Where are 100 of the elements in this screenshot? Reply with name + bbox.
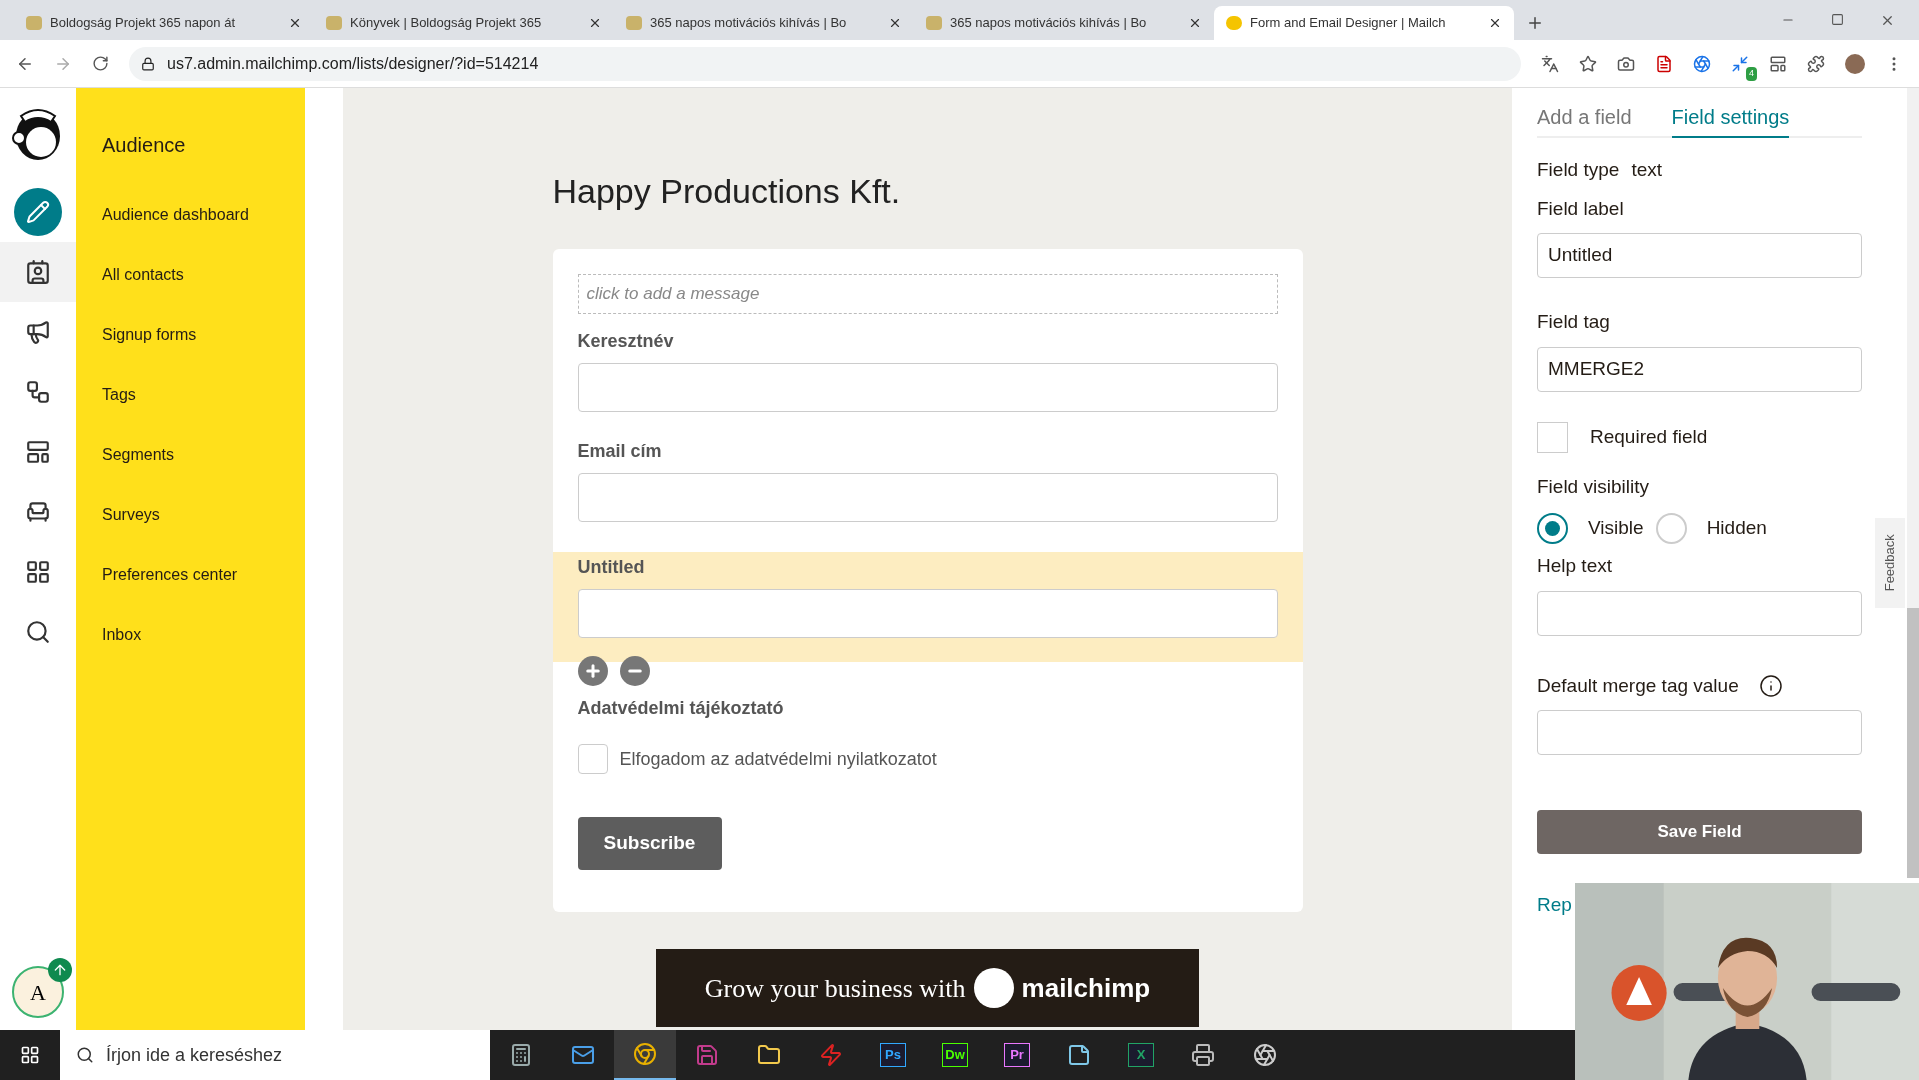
pdf-icon[interactable]: [1655, 54, 1673, 73]
mail-icon: [571, 1043, 595, 1067]
close-window-icon[interactable]: [1880, 13, 1895, 28]
field-label: Untitled: [577, 556, 646, 579]
radio-label: Hidden: [1706, 516, 1767, 541]
sidebar-item[interactable]: Signup forms: [102, 305, 305, 365]
camera-icon[interactable]: [1617, 54, 1635, 73]
maximize-icon[interactable]: [1831, 13, 1844, 26]
radio-label: Visible: [1588, 516, 1644, 541]
form-title: Happy Productions Kft.: [552, 171, 902, 212]
tab-title: Könyvek | Boldogság Projekt 365: [350, 14, 543, 33]
visibility-heading: Field visibility: [1537, 474, 1650, 499]
input-field[interactable]: [1537, 590, 1862, 636]
remove-icon[interactable]: [619, 656, 650, 686]
sidebar-item[interactable]: All contacts: [102, 245, 305, 305]
browser-tab[interactable]: 365 napos motivációs kihívás | Bo: [914, 6, 1214, 40]
layout-icon: [25, 439, 51, 465]
upgrade-badge-icon[interactable]: [48, 958, 72, 982]
aperture-icon: [1253, 1043, 1277, 1067]
nav-rail-item[interactable]: [0, 242, 76, 302]
close-icon[interactable]: [288, 16, 302, 30]
browser-tab[interactable]: Form and Email Designer | Mailch: [1214, 6, 1514, 40]
field-label: Keresztnév: [577, 330, 675, 353]
info-icon[interactable]: [1758, 673, 1783, 698]
message-field[interactable]: click to add a message: [577, 274, 1278, 314]
app-tile-icon: X: [1128, 1043, 1154, 1067]
sidebar-item[interactable]: Inbox: [102, 605, 305, 665]
sidebar-item[interactable]: Tags: [102, 365, 305, 425]
browser-tab[interactable]: 365 napos motivációs kihívás | Bo: [614, 6, 914, 40]
input-field[interactable]: Untitled: [1537, 233, 1862, 278]
tab-title: Boldogság Projekt 365 napon át: [50, 14, 237, 33]
form-field-row[interactable]: Keresztnév: [552, 324, 1303, 432]
sidebar-item[interactable]: Surveys: [102, 485, 305, 545]
app-tile-icon: Pr: [1004, 1043, 1030, 1067]
field-label: Email cím: [577, 440, 663, 463]
search-field[interactable]: Írjon ide a kereséshez: [60, 1030, 490, 1080]
favicon-icon: [326, 16, 342, 30]
tab-title: 365 napos motivációs kihívás | Bo: [650, 14, 848, 33]
form-field-row[interactable]: Email cím: [552, 432, 1303, 542]
sidebar-item[interactable]: Segments: [102, 425, 305, 485]
checkbox-label: Required field: [1590, 424, 1708, 449]
reload-icon[interactable]: [92, 55, 109, 72]
close-icon[interactable]: [1188, 16, 1202, 30]
close-icon[interactable]: [1488, 16, 1502, 30]
favicon-icon: [626, 16, 642, 30]
taskbar-app[interactable]: Pr: [986, 1030, 1048, 1080]
save-field-button[interactable]: Save Field: [1537, 810, 1862, 854]
input-field[interactable]: [577, 473, 1278, 522]
banner-text: Grow your business with: [704, 972, 966, 1005]
panel-tab[interactable]: Add a field: [1537, 102, 1632, 138]
tab-title: Form and Email Designer | Mailch: [1250, 14, 1447, 33]
extensions-icon[interactable]: [1807, 54, 1825, 73]
link[interactable]: Rep: [1537, 891, 1572, 920]
field-type-value: text: [1631, 158, 1662, 182]
panel-tab[interactable]: Field settings: [1671, 102, 1790, 138]
input-field[interactable]: MMERGE2: [1537, 346, 1862, 392]
close-icon[interactable]: [588, 16, 602, 30]
browser-tab[interactable]: Boldogság Projekt 365 napon át: [14, 6, 314, 40]
checkbox[interactable]: [577, 744, 608, 774]
sidebar-item[interactable]: Preferences center: [102, 545, 305, 605]
tab-title: 365 napos motivációs kihívás | Bo: [950, 14, 1148, 33]
section-title: Adatvédelmi tájékoztató: [576, 697, 785, 720]
brand-text: mailchimp: [1021, 971, 1151, 1005]
printer-icon: [1191, 1043, 1215, 1067]
help-text-heading: Help text: [1537, 554, 1613, 578]
checkbox-label: Elfogadom az adatvédelmi nyilatkozatot: [619, 747, 937, 771]
close-icon[interactable]: [888, 16, 902, 30]
add-icon[interactable]: [577, 656, 608, 686]
profile-avatar-icon[interactable]: [1845, 53, 1865, 74]
browser-tab[interactable]: Könyvek | Boldogság Projekt 365: [314, 6, 614, 40]
search-icon: [76, 1046, 94, 1064]
search-icon: [25, 619, 51, 645]
feedback-tab[interactable]: Feedback: [1875, 518, 1905, 608]
lock-icon: [141, 56, 155, 71]
star-icon[interactable]: [1579, 54, 1597, 73]
input-field[interactable]: [577, 589, 1278, 638]
checkbox[interactable]: [1537, 421, 1568, 453]
folder-icon: [757, 1043, 781, 1067]
subscribe-button[interactable]: Subscribe: [577, 817, 722, 870]
badge-count: 4: [1746, 67, 1757, 81]
contacts-icon: [25, 259, 51, 285]
user-avatar[interactable]: A: [12, 966, 64, 1018]
input-field[interactable]: [577, 363, 1278, 412]
taskbar-app[interactable]: Ps: [862, 1030, 924, 1080]
radio-button[interactable]: [1537, 513, 1568, 544]
translate-icon[interactable]: [1541, 54, 1559, 73]
taskbar-app[interactable]: Dw: [924, 1030, 986, 1080]
input-field[interactable]: [1537, 710, 1862, 755]
field-type-label: Field type: [1537, 158, 1620, 182]
form-field-row[interactable]: Untitled: [552, 552, 1303, 662]
address-field[interactable]: us7.admin.mailchimp.com/lists/designer/?id=514214: [129, 46, 1521, 81]
favicon-icon: [26, 16, 42, 30]
new-tab-icon[interactable]: [1526, 14, 1544, 32]
flow-icon: [25, 379, 51, 405]
scrollbar[interactable]: [1907, 88, 1919, 878]
taskbar-app[interactable]: X: [1110, 1030, 1172, 1080]
sidebar-item[interactable]: Audience dashboard: [102, 185, 305, 245]
field-tag-heading: Field tag: [1537, 310, 1611, 334]
promo-banner[interactable]: Grow your business with mailchimp: [656, 949, 1199, 1027]
taskbar-app[interactable]: [614, 1030, 676, 1080]
